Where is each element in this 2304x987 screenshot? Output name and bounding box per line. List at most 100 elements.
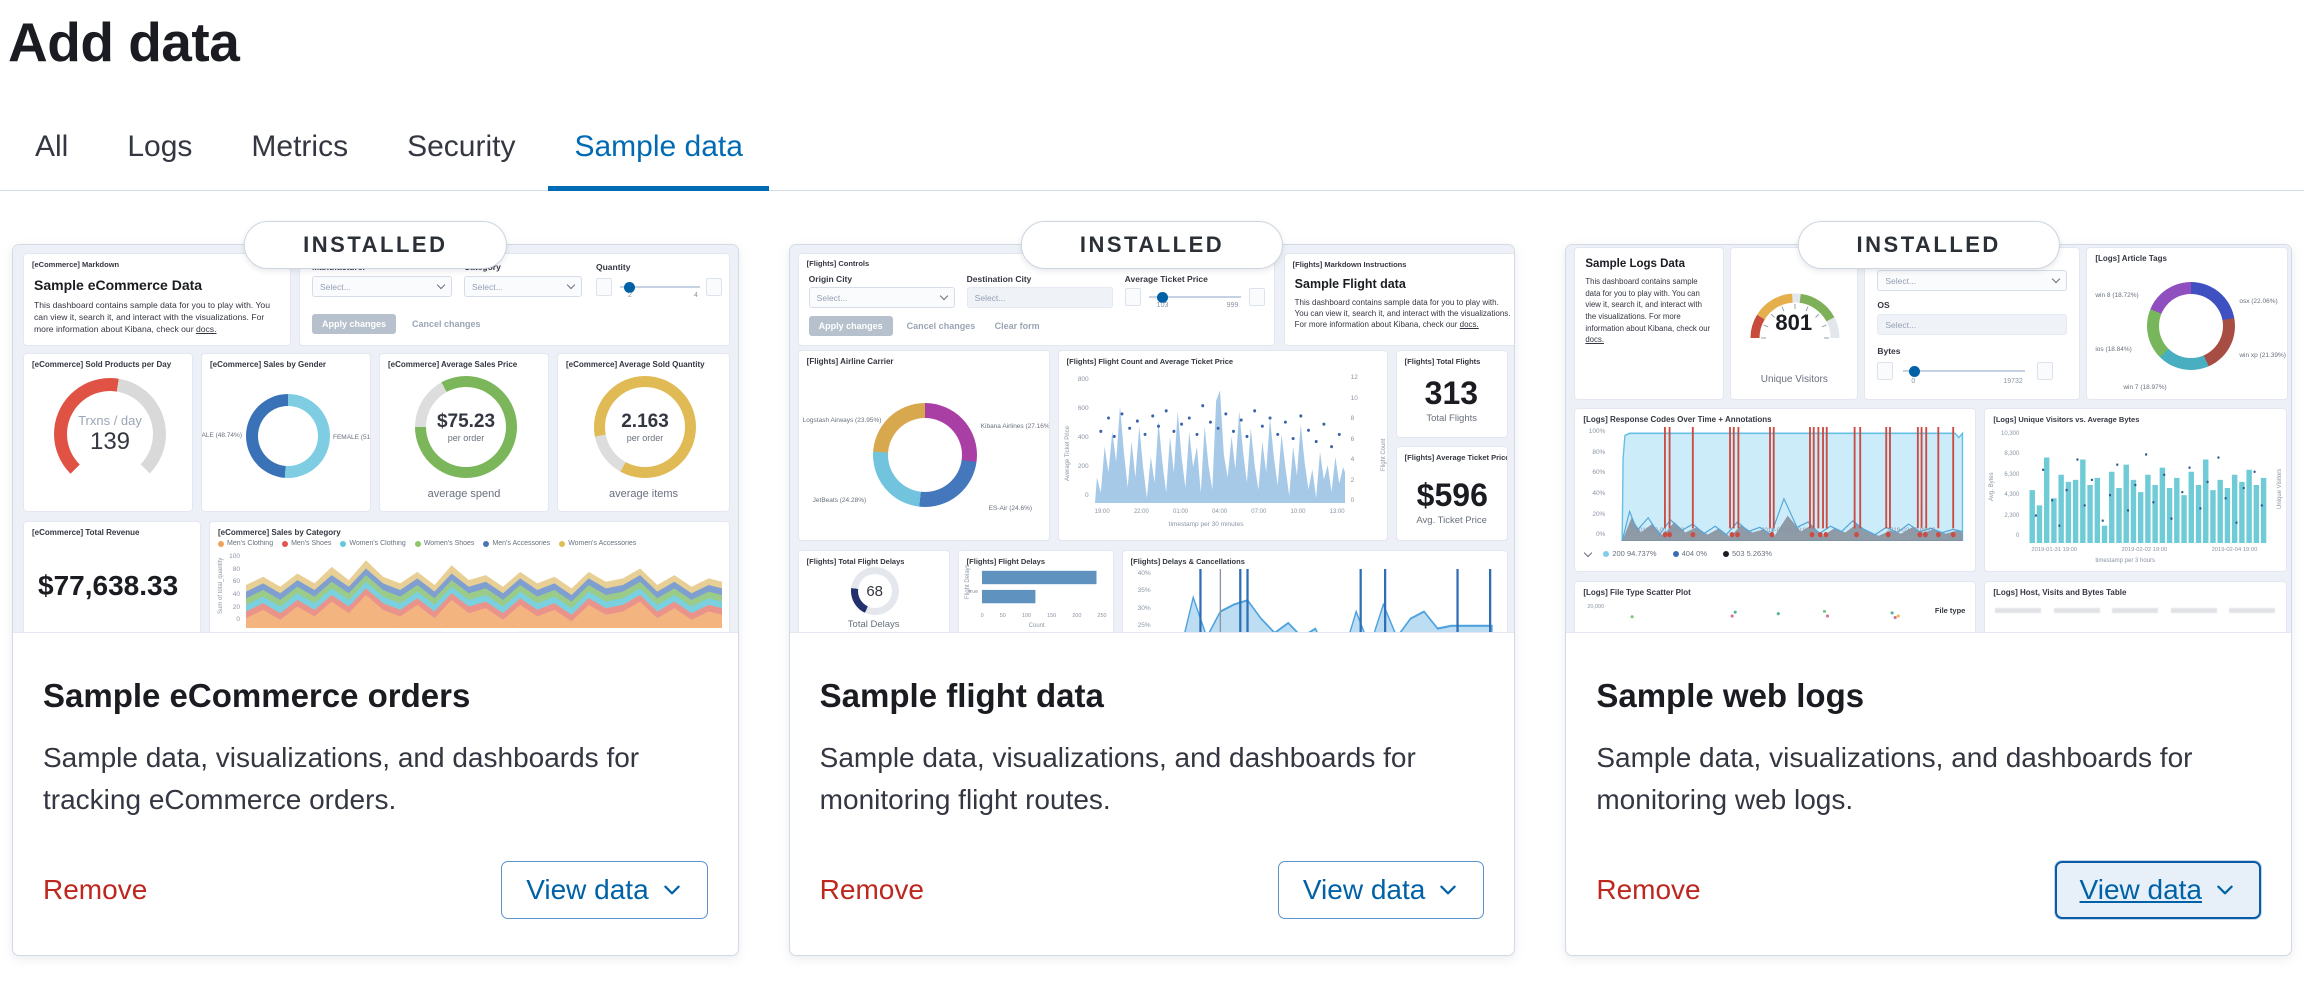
y-axis-label: Average Ticket Price (1065, 426, 1071, 481)
y-axis-ticks: 40%35%30%25%20% (1131, 571, 1151, 633)
gauge-value: 68 (866, 583, 883, 600)
panel-title: [Flights] Total Flight Delays (799, 551, 949, 566)
gauge-caption: Total Delays (799, 619, 949, 630)
legend-item: 404 0% (1673, 549, 1707, 558)
legend-item: Men's Shoes (282, 540, 331, 547)
markdown-heading: Sample Logs Data (1575, 248, 1723, 270)
apply-changes-button: Apply changes (312, 314, 396, 334)
quantity-slider (620, 286, 700, 288)
legend-dot (559, 541, 565, 547)
annotated-area-chart (1611, 427, 1969, 541)
slice-label: win 8 (18.72%) (2095, 292, 2138, 299)
installed-badge: INSTALLED (1798, 221, 2060, 269)
legend-item: 200 94.737% (1603, 549, 1656, 558)
tab-sample-data[interactable]: Sample data (574, 130, 742, 190)
slice-label: JetBeats (24.28%) (813, 497, 866, 504)
axis-tick: 4,300 (2004, 492, 2019, 498)
panel-title: [eCommerce] Total Revenue (24, 522, 200, 537)
axis-tick: 6 (1351, 437, 1355, 444)
gauge-caption: average spend (380, 488, 548, 500)
field-label: Bytes (1877, 346, 1900, 356)
tab-metrics[interactable]: Metrics (251, 130, 348, 190)
panel-title: [Flights] Airline Carrier (799, 351, 1049, 366)
panel-response-codes: [Logs] Response Codes Over Time + Annota… (1574, 408, 1976, 572)
axis-tick: 20% (1592, 512, 1605, 519)
axis-tick: 35% (1138, 588, 1151, 595)
card-sample-ecommerce: INSTALLED [eCommerce] Markdown Sample eC… (12, 244, 739, 956)
panel-title: [eCommerce] Sales by Category (210, 522, 729, 537)
remove-button[interactable]: Remove (1596, 874, 1700, 906)
axis-tick: 0 (236, 617, 240, 624)
view-data-label: View data (2080, 874, 2202, 906)
cancel-changes-button: Cancel changes (907, 321, 976, 331)
slider-handle (624, 282, 635, 293)
dashboard-preview-logs: Sample Logs Data This dashboard contains… (1566, 245, 2291, 633)
y2-axis-label: Flight Count (1381, 439, 1387, 471)
gauge-chart: 68 (851, 567, 899, 615)
remove-button[interactable]: Remove (43, 874, 147, 906)
axis-tick: 80% (1592, 450, 1605, 457)
tab-security[interactable]: Security (407, 130, 515, 190)
slider-handle (1909, 366, 1920, 377)
x-axis-smudge (280, 632, 680, 633)
legend-dot (415, 541, 421, 547)
card-description: Sample data, visualizations, and dashboa… (820, 737, 1445, 821)
legend-label: 404 0% (1682, 549, 1707, 558)
remove-button[interactable]: Remove (820, 874, 924, 906)
manufacturer-select: Select... (312, 276, 452, 297)
view-data-button[interactable]: View data (2055, 861, 2261, 919)
select-placeholder: Select... (1885, 276, 1916, 286)
y2-axis-ticks: 121086420 (1351, 375, 1363, 505)
gauge-unit: per order (627, 433, 664, 443)
card-actions: Remove View data (43, 861, 708, 919)
select-placeholder: Select... (975, 293, 1006, 303)
legend-item: Women's Shoes (415, 540, 475, 547)
axis-tick: 10,300 (2001, 431, 2019, 437)
panel-avg-sales-price: [eCommerce] Average Sales Price $75.23 p… (379, 353, 549, 512)
x-axis-label: timestamp per 3 hours (2095, 558, 2155, 564)
card-description: Sample data, visualizations, and dashboa… (1596, 737, 2221, 821)
slider-max: 4 (694, 292, 698, 299)
chart-legend: 200 94.737%404 0%503 5.263% (1603, 549, 1969, 558)
panel-avg-ticket-price: [Flights] Average Ticket Price $596 Avg.… (1396, 446, 1508, 541)
view-data-button[interactable]: View data (1278, 861, 1484, 919)
gauge-value: 801 (1775, 310, 1812, 336)
legend-label: Women's Accessories (568, 540, 636, 547)
gauge-value: 2.163 (621, 411, 669, 433)
axis-tick: 10:00 (1290, 509, 1305, 515)
panel-host-table: [Logs] Host, Visits and Bytes Table (1984, 581, 2287, 633)
price-slider (1149, 296, 1241, 298)
field-label: Quantity (596, 262, 630, 272)
card-title: Sample web logs (1596, 677, 2261, 715)
view-data-button[interactable]: View data (501, 861, 707, 919)
card-sample-web-logs: INSTALLED Sample Logs Data This dashboar… (1565, 244, 2292, 956)
scatter-chart (1609, 604, 1909, 628)
axis-tick: 40% (1138, 571, 1151, 578)
legend-label: Women's Shoes (424, 540, 475, 547)
axis-tick: true (969, 589, 978, 595)
slice-label: Kibana Airlines (27.16%) (981, 423, 1050, 430)
panel-title: [eCommerce] Sold Products per Day (24, 354, 192, 369)
table-header-smudge (1995, 608, 2275, 613)
axis-tick: 10 (1351, 396, 1358, 403)
axis-tick: 19:00 (1095, 509, 1110, 515)
metric-value: $77,638.33 (38, 570, 178, 602)
tab-logs[interactable]: Logs (127, 130, 192, 190)
slider-min: 0 (1911, 378, 1915, 385)
tab-all[interactable]: All (35, 130, 68, 190)
axis-tick: 12 (1351, 375, 1358, 382)
chevron-down-icon (2052, 275, 2060, 283)
panel-ecommerce-markdown: [eCommerce] Markdown Sample eCommerce Da… (23, 253, 291, 346)
gauge-caption: Unique Visitors (1731, 374, 1857, 385)
select-placeholder: Select... (1885, 320, 1916, 330)
panel-title: [Logs] File Type Scatter Plot (1575, 582, 1975, 597)
slider-input-box (2037, 362, 2053, 380)
gauge-chart: Trxns / day 139 (54, 378, 166, 490)
panel-sold-products: [eCommerce] Sold Products per Day Trxns … (23, 353, 193, 512)
legend-label: 200 94.737% (1612, 549, 1656, 558)
panel-title: [Flights] Average Ticket Price (1397, 447, 1507, 462)
y-axis-ticks: 100%80%60%40%20%0% (1581, 429, 1605, 539)
docs-link: docs. (1585, 335, 1604, 344)
metric-caption: Total Flights (1397, 413, 1507, 424)
slice-label: ES-Air (24.6%) (989, 505, 1032, 512)
